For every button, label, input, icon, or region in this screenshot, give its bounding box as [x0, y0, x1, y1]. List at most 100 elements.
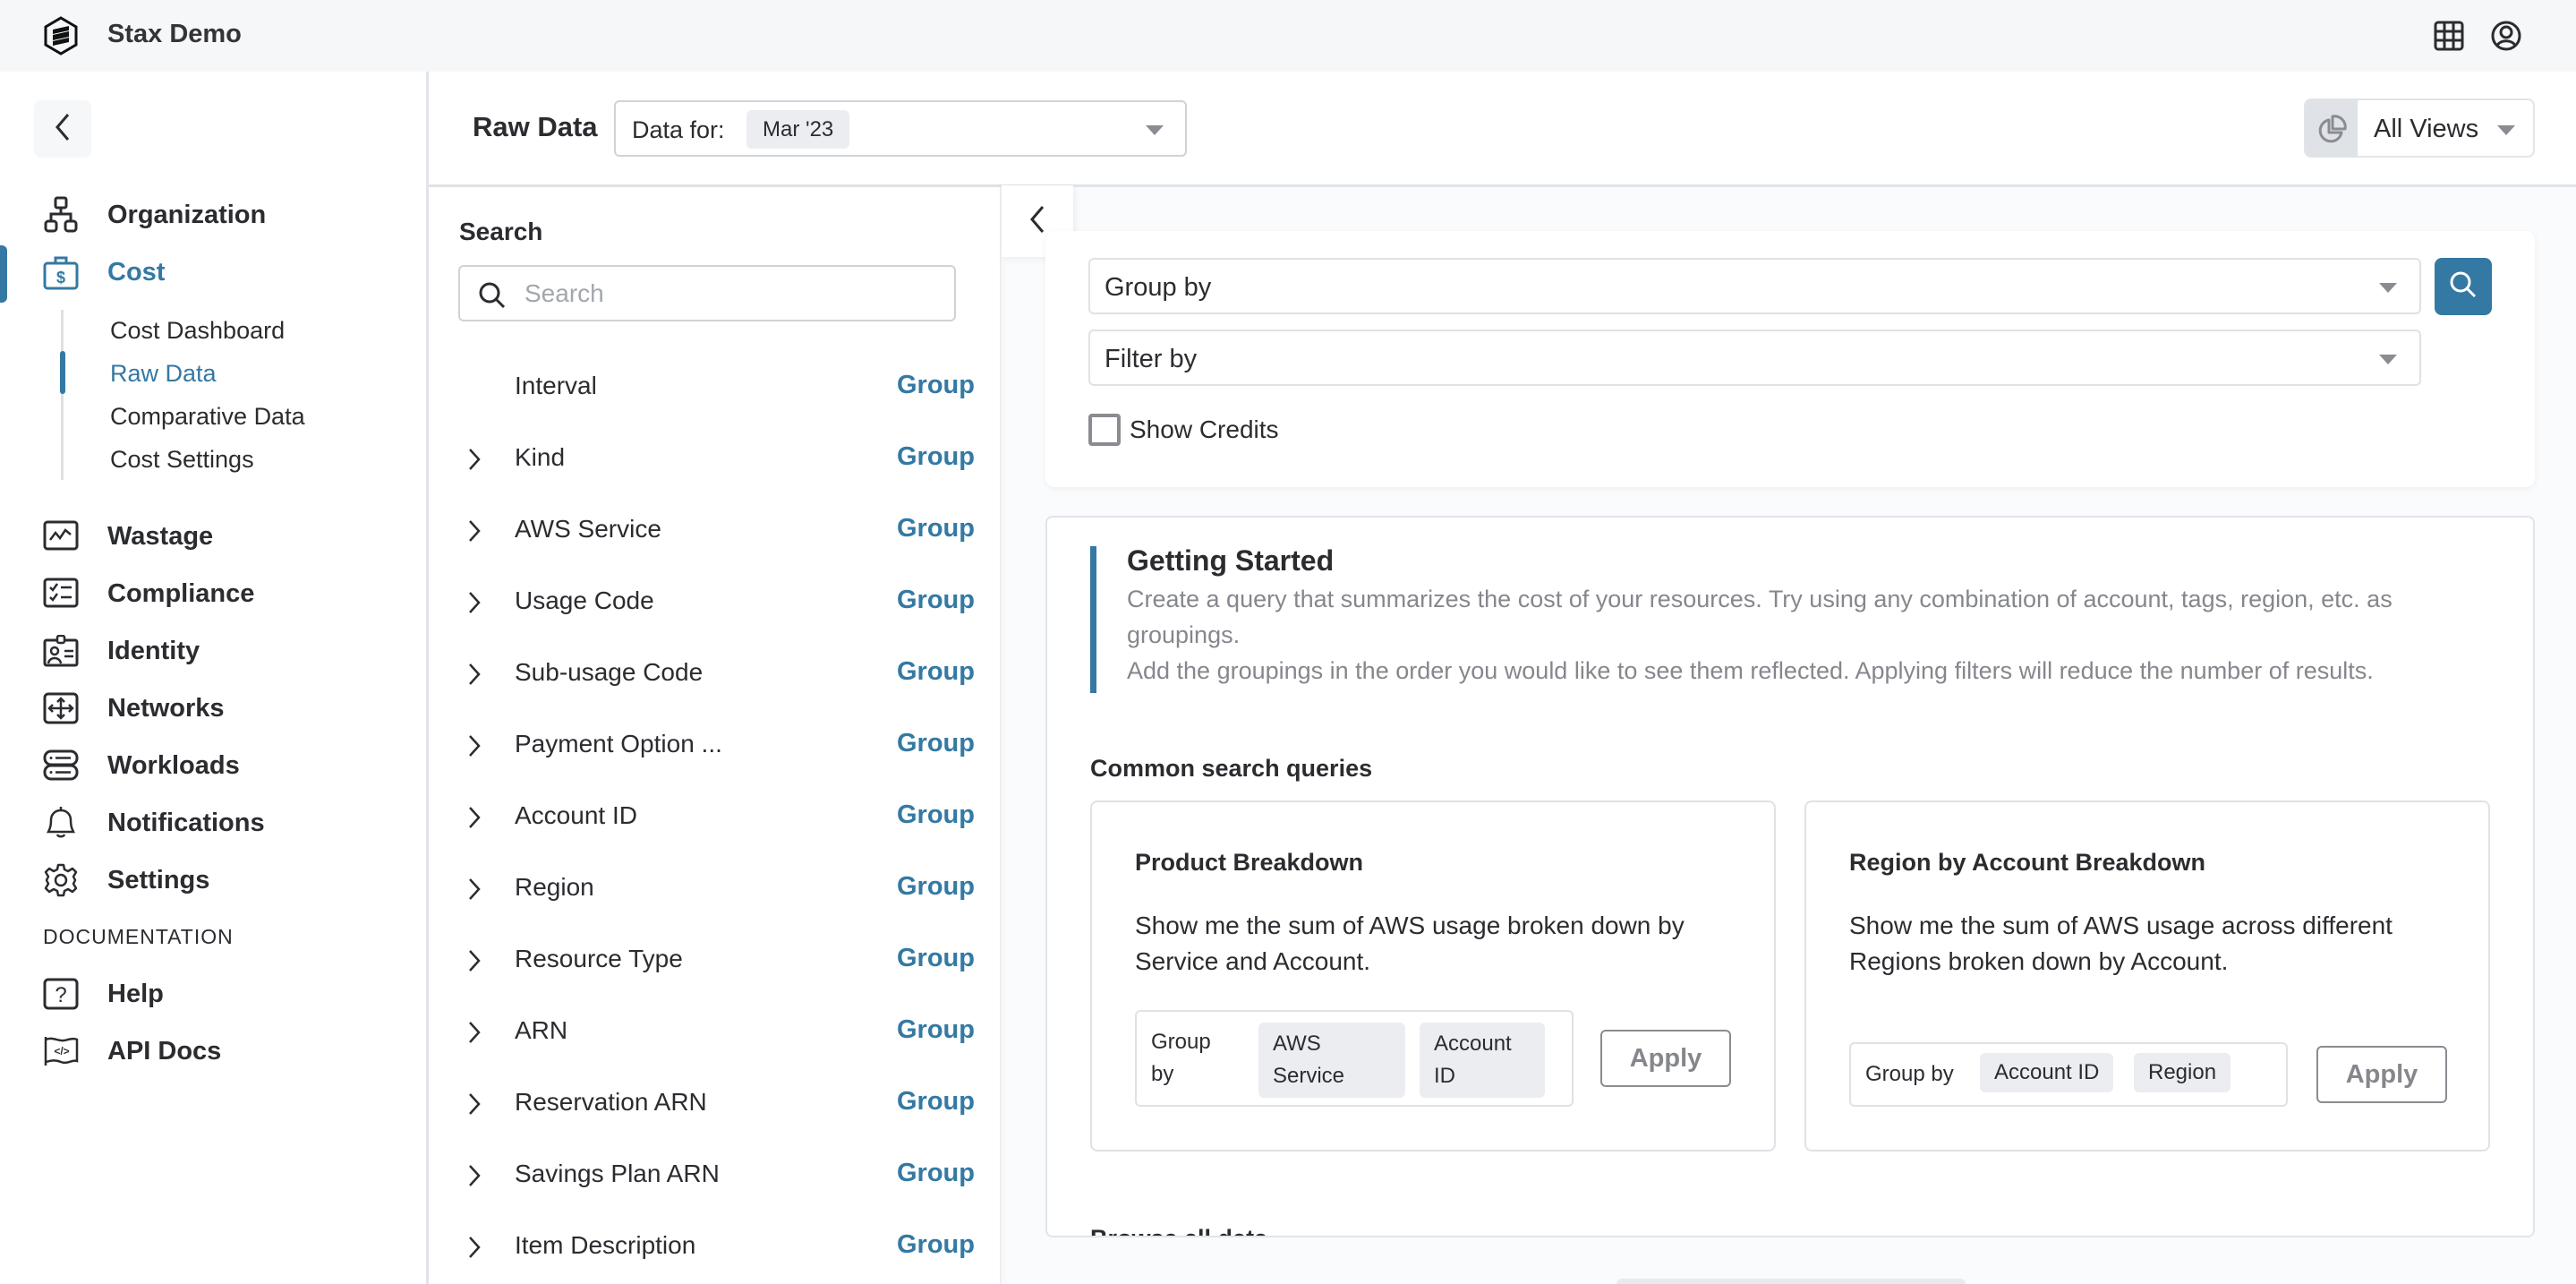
chevron-right-icon[interactable] — [465, 518, 484, 544]
group-link[interactable]: Group — [897, 1015, 975, 1045]
sidebar: Organization $ Cost Cost Dashboard Raw D… — [0, 72, 429, 1284]
sidebar-item-label: Help — [107, 979, 164, 1008]
sidebar-item-wastage[interactable]: Wastage — [0, 511, 421, 561]
show-credits-checkbox[interactable] — [1088, 414, 1121, 446]
group-link[interactable]: Group — [897, 1087, 975, 1117]
chevron-left-icon — [1028, 204, 1046, 239]
sidebar-item-label: Networks — [107, 693, 225, 723]
chevron-right-icon[interactable] — [465, 948, 484, 973]
field-row[interactable]: Savings Plan ARN Group — [429, 1140, 1002, 1211]
field-label: Kind — [515, 443, 566, 471]
group-link[interactable]: Group — [897, 800, 975, 830]
getting-started-text-1: Create a query that summarizes the cost … — [1127, 586, 2393, 648]
field-row[interactable]: Region Group — [429, 853, 1002, 925]
subnav-comparative-data[interactable]: Comparative Data — [110, 403, 305, 431]
group-link[interactable]: Group — [897, 1230, 975, 1260]
sidebar-item-organization[interactable]: Organization — [0, 190, 421, 240]
group-link[interactable]: Group — [897, 371, 975, 400]
chevron-right-icon[interactable] — [465, 662, 484, 687]
getting-started-card: Getting Started Create a query that summ… — [1045, 516, 2535, 1237]
group-link[interactable]: Group — [897, 586, 975, 615]
group-by-label: Group by — [1151, 1030, 1211, 1086]
group-link[interactable]: Group — [897, 514, 975, 544]
field-row[interactable]: Resource Type Group — [429, 925, 1002, 997]
stax-logo-icon[interactable] — [43, 16, 79, 56]
chevron-right-icon[interactable] — [465, 590, 484, 615]
query-card-description: Show me the sum of AWS usage broken down… — [1135, 912, 1685, 975]
sidebar-item-compliance[interactable]: Compliance — [0, 569, 421, 619]
group-link[interactable]: Group — [897, 729, 975, 758]
app-grid-icon[interactable] — [2431, 18, 2467, 54]
sidebar-collapse-button[interactable] — [34, 100, 91, 158]
code-flag-icon: </> — [41, 1031, 81, 1071]
chevron-right-icon[interactable] — [465, 877, 484, 902]
show-credits-label: Show Credits — [1130, 415, 1279, 443]
field-label: ARN — [515, 1016, 568, 1044]
sidebar-item-settings[interactable]: Settings — [0, 855, 421, 905]
search-icon — [2449, 270, 2478, 304]
apply-button[interactable]: Apply — [2316, 1046, 2447, 1103]
pie-chart-icon — [2306, 100, 2358, 156]
field-label: Account ID — [515, 801, 637, 829]
subnav-cost-settings[interactable]: Cost Settings — [110, 446, 254, 474]
field-row[interactable]: Kind Group — [429, 424, 1002, 495]
apply-button[interactable]: Apply — [1600, 1030, 1731, 1087]
run-query-button[interactable] — [2435, 258, 2492, 315]
field-row[interactable]: Account ID Group — [429, 782, 1002, 853]
group-chip: Region — [2134, 1053, 2231, 1092]
subnav-raw-data[interactable]: Raw Data — [110, 360, 217, 388]
sidebar-item-notifications[interactable]: Notifications — [0, 798, 421, 848]
sidebar-item-workloads[interactable]: Workloads — [0, 740, 421, 791]
field-row[interactable]: AWS Service Group — [429, 495, 1002, 567]
field-row[interactable]: Payment Option ... Group — [429, 710, 1002, 782]
group-link[interactable]: Group — [897, 1159, 975, 1188]
filter-by-select[interactable]: Filter by — [1088, 330, 2421, 386]
field-row[interactable]: ARN Group — [429, 997, 1002, 1068]
svg-text:</>: </> — [54, 1045, 69, 1057]
sidebar-item-label: Organization — [107, 200, 267, 229]
chevron-right-icon[interactable] — [465, 447, 484, 472]
group-link[interactable]: Group — [897, 944, 975, 973]
sidebar-item-api-docs[interactable]: </> API Docs — [0, 1026, 421, 1076]
group-link[interactable]: Group — [897, 442, 975, 472]
group-link[interactable]: Group — [897, 657, 975, 687]
getting-started-text-2: Add the groupings in the order you would… — [1127, 657, 2374, 684]
field-row[interactable]: Usage Code Group — [429, 567, 1002, 638]
getting-started-title: Getting Started — [1127, 544, 1335, 577]
chevron-right-icon[interactable] — [465, 1163, 484, 1188]
field-row[interactable]: Reservation ARN Group — [429, 1068, 1002, 1140]
subnav-cost-dashboard[interactable]: Cost Dashboard — [110, 317, 285, 345]
field-row[interactable]: Sub-usage Code Group — [429, 638, 1002, 710]
group-by-select[interactable]: Group by — [1088, 258, 2421, 314]
sidebar-item-cost[interactable]: $ Cost — [0, 247, 421, 297]
query-card-title: Product Breakdown — [1135, 849, 1364, 876]
group-by-label: Group by — [1865, 1062, 1954, 1086]
chevron-right-icon[interactable] — [465, 1020, 484, 1045]
field-label: Sub-usage Code — [515, 658, 704, 686]
user-profile-icon[interactable] — [2488, 18, 2524, 54]
top-header: Stax Demo — [0, 0, 2576, 72]
activity-chart-icon — [41, 517, 81, 556]
data-for-select[interactable]: Data for: Mar '23 — [614, 100, 1187, 157]
server-stack-icon — [41, 746, 81, 785]
field-search-box[interactable] — [458, 265, 956, 321]
group-link[interactable]: Group — [897, 872, 975, 902]
sidebar-item-identity[interactable]: Identity — [0, 626, 421, 676]
chevron-right-icon[interactable] — [465, 1235, 484, 1260]
chevron-right-icon[interactable] — [465, 733, 484, 758]
sidebar-item-networks[interactable]: Networks — [0, 683, 421, 733]
field-search-panel: Search IntervalGroupKindGroupAWS Service… — [429, 187, 1002, 1284]
show-credits-toggle[interactable]: Show Credits — [1088, 414, 1279, 446]
chevron-right-icon[interactable] — [465, 1091, 484, 1117]
all-views-select[interactable]: All Views — [2304, 98, 2535, 158]
field-row[interactable]: Interval Group — [429, 352, 1002, 424]
chevron-right-icon[interactable] — [465, 805, 484, 830]
sidebar-item-help[interactable]: ? Help — [0, 969, 421, 1019]
field-label: Savings Plan ARN — [515, 1160, 720, 1187]
field-row[interactable]: Item Description Group — [429, 1211, 1002, 1283]
data-for-label: Data for: — [632, 116, 725, 143]
svg-text:$: $ — [56, 269, 65, 287]
search-input[interactable] — [525, 276, 936, 312]
group-chip: AWS Service — [1258, 1023, 1405, 1098]
checklist-icon — [41, 574, 81, 613]
